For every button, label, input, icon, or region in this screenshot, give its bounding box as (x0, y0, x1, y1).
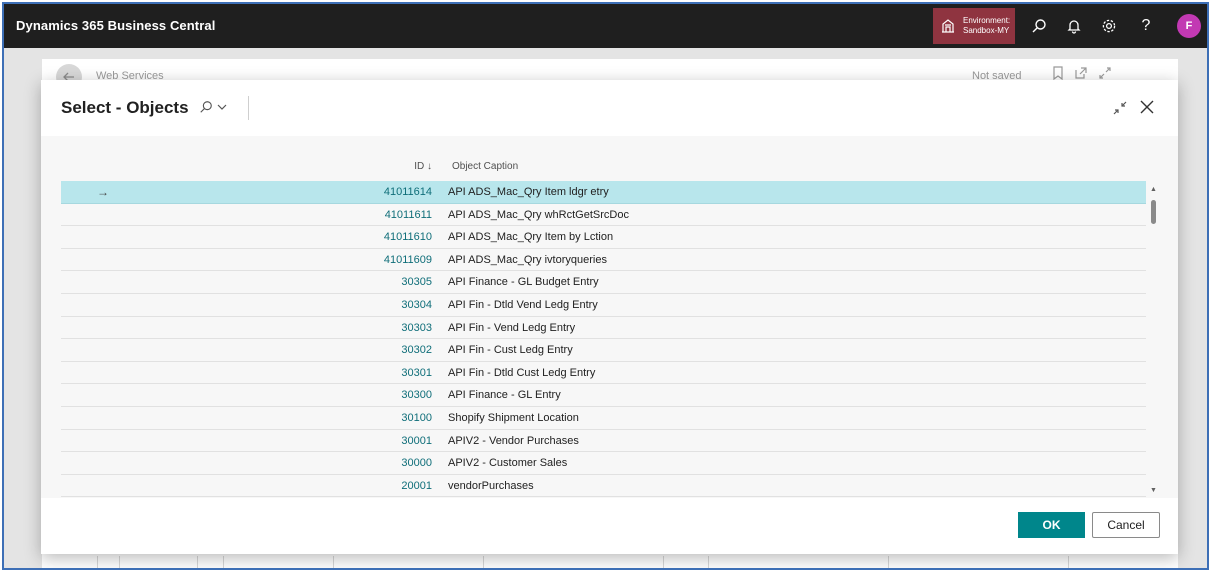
object-caption: vendorPurchases (448, 479, 534, 492)
object-id-link[interactable]: 30001 (401, 435, 432, 447)
background-page-actions (1052, 66, 1112, 80)
bell-icon (1067, 20, 1081, 34)
table-row[interactable]: 30303 API Fin - Vend Ledg Entry (61, 317, 1146, 340)
settings-button[interactable] (1098, 15, 1120, 37)
object-caption: API Finance - GL Budget Entry (448, 276, 599, 289)
grid-header: ID ↓ Object Caption (61, 151, 1146, 181)
dialog-title: Select - Objects (61, 98, 189, 117)
toolbar-divider (248, 96, 249, 120)
column-header-id[interactable]: ID ↓ (414, 161, 432, 172)
object-caption: APIV2 - Customer Sales (448, 457, 568, 470)
object-caption: API ADS_Mac_Qry Item by Lction (448, 231, 614, 244)
table-row[interactable]: 30302 API Fin - Cust Ledg Entry (61, 339, 1146, 362)
open-new-icon[interactable] (1074, 66, 1088, 80)
window-frame: Dynamics 365 Business Central Environmen… (2, 2, 1209, 570)
background-grid (42, 556, 1178, 568)
notifications-button[interactable] (1063, 15, 1085, 37)
object-id-link[interactable]: 41011614 (384, 186, 432, 198)
table-row[interactable]: 30100 Shopify Shipment Location (61, 407, 1146, 430)
object-caption: API ADS_Mac_Qry Item ldgr etry (448, 186, 609, 198)
table-row[interactable]: 30305 API Finance - GL Budget Entry (61, 271, 1146, 294)
row-arrow-icon: → (97, 185, 109, 199)
search-icon (200, 101, 212, 113)
table-row[interactable]: 30304 API Fin - Dtld Vend Ledg Entry (61, 294, 1146, 317)
object-caption: Shopify Shipment Location (448, 411, 579, 424)
object-caption: API Fin - Dtld Cust Ledg Entry (448, 366, 596, 379)
object-id-link[interactable]: 30304 (401, 299, 432, 311)
app-bar: Dynamics 365 Business Central Environmen… (4, 4, 1207, 48)
table-row[interactable]: 41011609 API ADS_Mac_Qry ivtoryqueries (61, 249, 1146, 272)
object-caption: API ADS_Mac_Qry ivtoryqueries (448, 253, 607, 266)
user-avatar[interactable]: F (1177, 14, 1201, 38)
help-icon: ? (1141, 17, 1151, 34)
object-id-link[interactable]: 30302 (401, 344, 432, 356)
object-caption: API Fin - Vend Ledg Entry (448, 321, 576, 334)
environment-name: Sandbox-MY (963, 26, 1010, 35)
gear-icon (1102, 19, 1116, 33)
collapse-icon[interactable] (1111, 99, 1129, 117)
object-id-link[interactable]: 41011611 (385, 209, 432, 221)
help-button[interactable]: ? (1135, 15, 1157, 37)
object-id-link[interactable]: 30100 (401, 412, 432, 424)
object-caption: API Finance - GL Entry (448, 389, 561, 402)
object-id-link[interactable]: 30301 (401, 367, 432, 379)
grid-rows: → 41011614 API ADS_Mac_Qry Item ldgr etry 4… (61, 181, 1146, 498)
select-objects-dialog: Select - Objects ID ↓ Object Caption → 41… (41, 80, 1178, 554)
table-row[interactable]: 30300 API Finance - GL Entry (61, 384, 1146, 407)
bookmark-icon[interactable] (1052, 66, 1064, 80)
object-id-link[interactable]: 30305 (401, 276, 432, 288)
app-title[interactable]: Dynamics 365 Business Central (16, 18, 215, 33)
environment-label: Environment: (963, 16, 1011, 25)
table-row[interactable]: 41011610 API ADS_Mac_Qry Item by Lction (61, 226, 1146, 249)
object-caption: API ADS_Mac_Qry whRctGetSrcDoc (448, 208, 629, 221)
search-button[interactable] (1028, 15, 1050, 37)
object-id-link[interactable]: 30303 (401, 322, 432, 334)
chevron-down-icon (217, 104, 227, 110)
cancel-button[interactable]: Cancel (1092, 512, 1160, 538)
object-id-link[interactable]: 30300 (401, 389, 432, 401)
table-row[interactable]: 30301 API Fin - Dtld Cust Ledg Entry (61, 362, 1146, 385)
table-row[interactable]: 30000 APIV2 - Customer Sales (61, 452, 1146, 475)
objects-grid: ID ↓ Object Caption → 41011614 API ADS_Mac… (61, 151, 1146, 498)
object-id-link[interactable]: 20001 (401, 480, 432, 492)
object-id-link[interactable]: 41011610 (384, 231, 432, 243)
object-id-link[interactable]: 30000 (401, 457, 432, 469)
search-icon (1032, 19, 1046, 33)
scroll-up-icon[interactable]: ▲ (1150, 186, 1157, 193)
object-caption: API Fin - Dtld Vend Ledg Entry (448, 298, 598, 311)
grid-scrollbar[interactable]: ▲ ▼ (1148, 186, 1160, 494)
scrollbar-thumb[interactable] (1151, 200, 1156, 224)
sort-indicator: ↓ (427, 161, 432, 172)
object-caption: APIV2 - Vendor Purchases (448, 434, 579, 447)
environment-badge[interactable]: Environment: Sandbox-MY (933, 8, 1015, 44)
building-icon (942, 19, 954, 33)
table-row[interactable]: 41011611 API ADS_Mac_Qry whRctGetSrcDoc (61, 204, 1146, 227)
column-header-caption[interactable]: Object Caption (452, 161, 518, 172)
table-row[interactable]: → 41011614 API ADS_Mac_Qry Item ldgr etry (61, 181, 1146, 204)
expand-icon[interactable] (1098, 66, 1112, 80)
scroll-down-icon[interactable]: ▼ (1150, 487, 1157, 494)
object-id-link[interactable]: 41011609 (384, 254, 432, 266)
dialog-search-button[interactable] (199, 100, 227, 114)
close-icon[interactable] (1138, 98, 1156, 116)
table-row[interactable]: 20001 vendorPurchases (61, 475, 1146, 498)
table-row[interactable]: 30001 APIV2 - Vendor Purchases (61, 430, 1146, 453)
object-caption: API Fin - Cust Ledg Entry (448, 344, 573, 357)
ok-button[interactable]: OK (1018, 512, 1085, 538)
